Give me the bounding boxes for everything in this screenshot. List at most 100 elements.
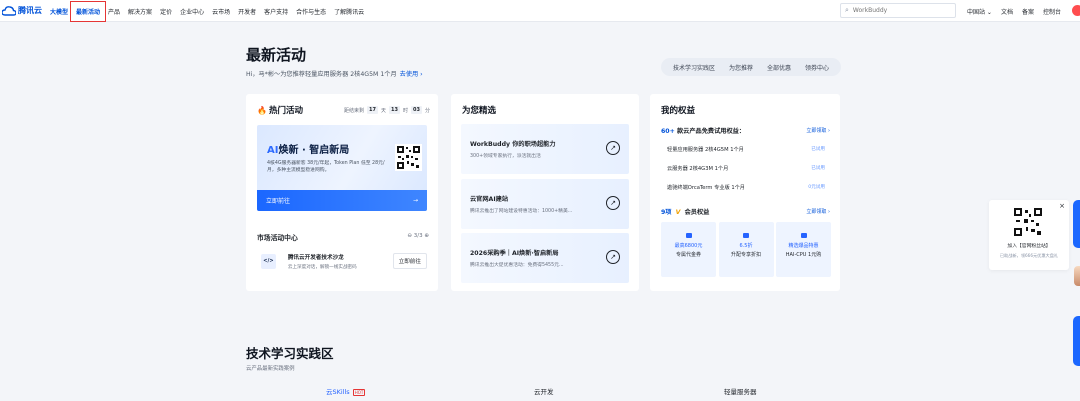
nav-item-enterprise[interactable]: 企业中心 (180, 7, 204, 16)
countdown-hours-unit: 时 (403, 107, 409, 114)
my-rights-card: 我的权益 60+ 款云产品免费试用权益： 立即领取 › 轻量应用服务器 2核4G… (650, 94, 840, 291)
vip-heading: 9项 V 会员权益 (661, 207, 709, 216)
column-cloud-skills[interactable]: 云SKills HOT (326, 386, 366, 396)
market-pager: ⊖ 3/3 ⊕ (407, 233, 429, 239)
console-link[interactable]: 控制台 (1043, 7, 1061, 16)
greeting-message: Hi，马*彬～为您推荐轻量应用服务器 2核4G5M 1个月 (246, 71, 397, 78)
popup-title: 加入【官网粉丝站】 (1007, 244, 1051, 249)
vip-count: 9项 (661, 209, 672, 216)
popup-subtitle: 已助战新，领666元优惠大盘礼 (999, 253, 1059, 258)
pick-item-desc: 300+领域专家执行，派活就出活 (470, 154, 541, 159)
trial-row-name: 云服务器 2核4G3M 1个月 (667, 166, 729, 172)
nav-item-marketplace[interactable]: 云市场 (212, 7, 230, 16)
brand-logo[interactable]: 腾讯云 (2, 5, 42, 16)
trial-claim-link[interactable]: 立即领取 › (806, 127, 830, 134)
trial-row-status[interactable]: 已试用 (811, 146, 825, 152)
countdown-label: 距结束剩 (344, 107, 365, 114)
nav-item-about[interactable]: 了解腾讯云 (334, 7, 364, 16)
docs-link[interactable]: 文档 (1001, 7, 1013, 16)
nav-item-pricing[interactable]: 定价 (160, 7, 172, 16)
nav-item-partners[interactable]: 合作与生态 (296, 7, 326, 16)
side-float-button[interactable] (1073, 316, 1080, 366)
activity-tabs: 技术学习实践区 为您推荐 全部优惠 领券中心 (661, 58, 841, 76)
trial-row-status[interactable]: 已试用 (811, 165, 825, 171)
tab-all-offers[interactable]: 全部优惠 (764, 60, 794, 75)
perk-discount[interactable]: 6.5折 升配专享折扣 (718, 222, 774, 277)
nav-item-products[interactable]: 产品 (108, 7, 120, 16)
trial-row: 轻量应用服务器 2核4G5M 1个月 已试用 (661, 146, 831, 153)
pick-item-procurement[interactable]: 2026采购季｜AI焕新·智启新局 腾讯云推出大促优惠活动：免费得5455元..… (461, 233, 629, 283)
perk-value: 6.5折 (739, 243, 753, 249)
banner-cta-button[interactable]: 立即前往 → (257, 190, 427, 211)
hot-badge: HOT (352, 388, 366, 396)
market-item[interactable]: </> 腾讯云开发者技术沙龙 云上深度对话，解锁一线实战密码 立即前往 (257, 247, 427, 275)
perk-coupon[interactable]: 最高6800元 专属代金券 (661, 222, 716, 277)
column-lighthouse[interactable]: 轻量服务器 (724, 386, 757, 396)
avatar[interactable] (1072, 5, 1080, 16)
my-rights-title: 我的权益 (661, 106, 696, 116)
search-input[interactable] (852, 7, 943, 14)
brand-name: 腾讯云 (18, 6, 42, 15)
column-title: 轻量服务器 (724, 388, 757, 396)
trial-row: 遨驰终端OrcaTerm 专业版 1个月 0元试用 (661, 184, 831, 191)
nav-item-support[interactable]: 客户支持 (264, 7, 288, 16)
section-title: 技术学习实践区 (246, 346, 334, 361)
perk-label: HAI-CPU 1元购 (785, 252, 822, 258)
trial-row-status[interactable]: 0元试用 (808, 184, 825, 190)
pick-item-title: 2026采购季｜AI焕新·智启新局 (470, 250, 559, 257)
countdown-minutes: 03 (411, 106, 422, 114)
nav-item-llm[interactable]: 大模型 (50, 7, 68, 16)
go-use-link[interactable]: 去使用 › (400, 71, 423, 78)
close-icon[interactable]: × (1059, 202, 1065, 210)
fan-group-popup: × 加入【官网粉丝站】 已助战新，领666元优惠大盘礼 (989, 200, 1069, 270)
hot-activities-title: 🔥 热门活动 (257, 104, 303, 116)
perk-hai[interactable]: 精选爆品特惠 HAI-CPU 1元购 (776, 222, 831, 277)
cloud-logo-icon (2, 5, 16, 16)
perk-label: 升配专享折扣 (730, 252, 761, 258)
vip-claim-link[interactable]: 立即领取 › (806, 208, 830, 215)
region-selector[interactable]: 中国站 ⌄ (967, 7, 992, 16)
top-nav: 腾讯云 大模型 最新活动 产品 解决方案 定价 企业中心 云市场 开发者 客户支… (0, 0, 1080, 22)
pager-next-icon[interactable]: ⊕ (424, 233, 429, 239)
pick-item-workbuddy[interactable]: WorkBuddy 你的职场超能力 300+领域专家执行，派活就出活 ↗ (461, 124, 629, 174)
search-icon: ⌕ (845, 6, 849, 14)
trial-row-name: 轻量应用服务器 2核4G5M 1个月 (667, 147, 744, 153)
perk-list: 最高6800元 专属代金券 6.5折 升配专享折扣 精选爆品特惠 HAI-CPU… (661, 222, 831, 277)
qr-code-icon (395, 144, 422, 171)
market-item-go-button[interactable]: 立即前往 (392, 253, 427, 269)
banner-title: AI焕新 · 智启新局 (267, 141, 349, 156)
search-box[interactable]: ⌕ (840, 3, 956, 18)
trial-heading: 60+ 款云产品免费试用权益： (661, 126, 745, 135)
picks-card: 为您精选 WorkBuddy 你的职场超能力 300+领域专家执行，派活就出活 … (451, 94, 639, 291)
column-title: 云开发 (534, 388, 554, 396)
market-item-subtitle: 云上深度对话，解锁一线实战密码 (287, 264, 357, 270)
ai-banner[interactable]: AI焕新 · 智启新局 4核4G服务器新客 38元/年起，Token Plan … (257, 125, 427, 211)
vip-icon: V (675, 209, 681, 216)
tab-tech-practice[interactable]: 技术学习实践区 (670, 60, 718, 75)
pick-item-title: 云官网AI建站 (470, 196, 509, 203)
service-avatar[interactable] (1074, 266, 1080, 286)
arrow-up-right-icon[interactable]: ↗ (606, 250, 620, 264)
vip-text: 会员权益 (684, 209, 710, 216)
tab-recommended[interactable]: 为您推荐 (726, 60, 756, 75)
pager-prev-icon[interactable]: ⊖ (407, 233, 412, 239)
column-cloud-dev[interactable]: 云开发 (534, 386, 554, 396)
arrow-up-right-icon[interactable]: ↗ (606, 196, 620, 210)
trial-count: 60+ (661, 128, 675, 135)
hot-activities-card: 🔥 热门活动 距结束剩 17 天 13 时 03 分 AI焕新 · 智启新局 4核4G服… (246, 94, 438, 291)
pager-count: 3/3 (413, 233, 423, 239)
nav-item-solutions[interactable]: 解决方案 (128, 7, 152, 16)
nav-item-latest-activities[interactable]: 最新活动 (70, 0, 107, 22)
market-item-name: 腾讯云开发者技术沙龙 (287, 254, 344, 261)
filing-link[interactable]: 备案 (1022, 7, 1034, 16)
side-float-button[interactable] (1073, 200, 1080, 248)
banner-title-ai: AI (267, 145, 279, 156)
countdown-days-unit: 天 (381, 107, 387, 114)
pick-item-ai-site[interactable]: 云官网AI建站 腾讯云推出了网站建设特惠活动：1000+精美... ↗ (461, 179, 629, 229)
nav-item-developers[interactable]: 开发者 (238, 7, 256, 16)
countdown-days: 17 (367, 106, 379, 114)
tab-coupon-center[interactable]: 领券中心 (802, 60, 832, 75)
perk-value: 精选爆品特惠 (788, 243, 819, 249)
banner-title-rest: 焕新 · 智启新局 (278, 145, 350, 156)
arrow-up-right-icon[interactable]: ↗ (606, 141, 620, 155)
